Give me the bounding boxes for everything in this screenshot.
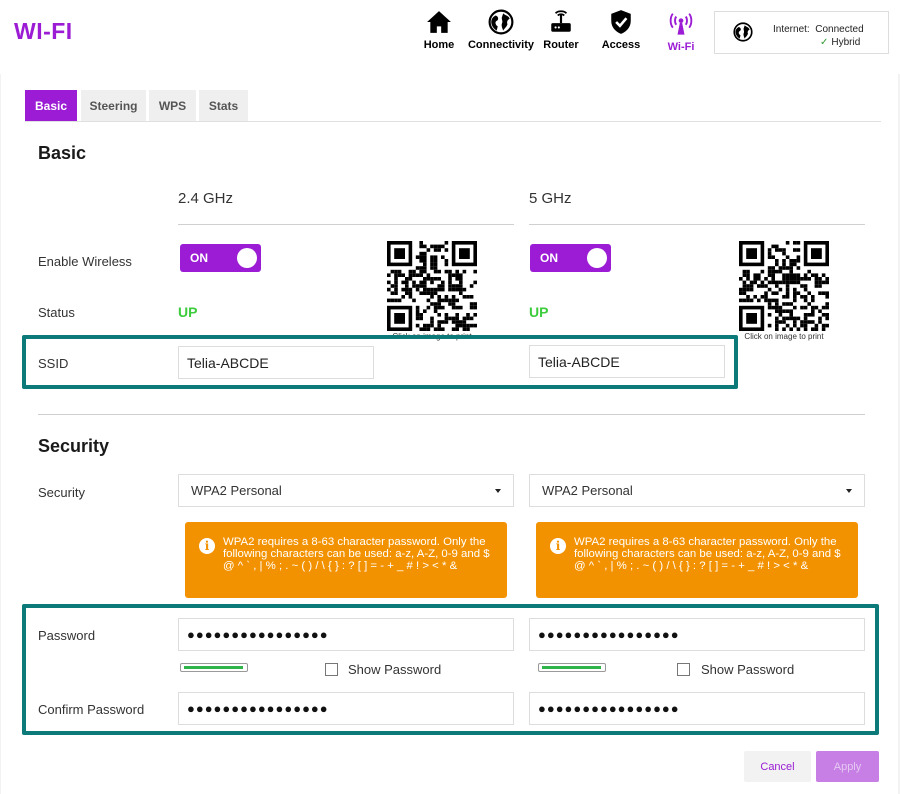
home-icon [427, 11, 451, 33]
status-5-value: UP [529, 304, 549, 320]
cancel-button[interactable]: Cancel [744, 751, 811, 782]
wifi-settings-card: Basic Steering WPS Stats Basic 2.4 GHz 5… [1, 74, 898, 794]
qr-code-24-image[interactable] [387, 241, 477, 331]
status-24-value: UP [178, 304, 198, 320]
tab-steering[interactable]: Steering [81, 90, 146, 121]
confirm-password-24-input[interactable]: ●●●●●●●●●●●●●●●● [178, 692, 514, 725]
basic-section-title: Basic [38, 143, 87, 163]
show-password-24-label: Show Password [348, 662, 442, 677]
checkmark-icon: ✓ [820, 37, 829, 48]
enable-wireless-label: Enable Wireless [38, 254, 132, 269]
internet-label: Internet: [773, 24, 810, 35]
password-label: Password [38, 628, 96, 643]
tab-basic[interactable]: Basic [25, 90, 77, 121]
internet-value: Connected [815, 24, 864, 35]
band-5-label: 5 GHz [529, 190, 572, 207]
password-warning-24: i WPA2 requires a 8-63 character passwor… [185, 522, 507, 598]
toggle-knob [587, 248, 607, 268]
show-password-5-checkbox[interactable] [677, 663, 690, 676]
show-password-24-checkbox[interactable] [325, 663, 338, 676]
security-24-value: WPA2 Personal [191, 483, 282, 498]
ssid-label: SSID [38, 356, 69, 371]
top-header: WI-FI Home Connectivity Router Access Wi… [0, 0, 900, 74]
tab-stats[interactable]: Stats [199, 90, 248, 121]
nav-wifi-label: Wi-Fi [667, 41, 695, 53]
password-24-input[interactable]: ●●●●●●●●●●●●●●●● [178, 618, 514, 651]
password-24-strength-meter [180, 663, 248, 672]
globe-icon [488, 9, 514, 35]
nav-home[interactable]: Home [404, 9, 474, 51]
security-5-select[interactable]: WPA2 Personal [529, 474, 865, 507]
confirm-password-5-input[interactable]: ●●●●●●●●●●●●●●●● [529, 692, 865, 725]
security-5-value: WPA2 Personal [542, 483, 633, 498]
qr-5-caption: Click on image to print [744, 332, 824, 341]
toggle-24-text: ON [190, 251, 208, 265]
enable-wireless-24-toggle[interactable]: ON [180, 244, 261, 272]
password-warning-5: i WPA2 requires a 8-63 character passwor… [536, 522, 858, 598]
wifi-antenna-icon [669, 13, 693, 35]
security-24-select[interactable]: WPA2 Personal [178, 474, 514, 507]
info-icon: i [199, 538, 215, 554]
password-5-strength-meter [538, 663, 606, 672]
nav-wifi[interactable]: Wi-Fi [646, 9, 716, 53]
status-label: Status [38, 305, 75, 320]
band-5-divider [529, 224, 865, 225]
show-password-5-label: Show Password [701, 662, 795, 677]
caret-down-icon [495, 489, 501, 493]
page: WI-FI Home Connectivity Router Access Wi… [0, 0, 900, 794]
section-divider [38, 414, 865, 415]
shield-check-icon [611, 10, 631, 34]
tab-divider [25, 121, 881, 122]
internet-mode: Hybrid [831, 37, 861, 48]
router-icon [551, 10, 571, 32]
apply-button[interactable]: Apply [816, 751, 879, 782]
brand-title: WI-FI [14, 18, 73, 44]
band-24-label: 2.4 GHz [178, 190, 234, 207]
nav-home-label: Home [423, 39, 455, 51]
ssid-24-input[interactable]: Telia-ABCDE [178, 346, 374, 379]
tab-wps[interactable]: WPS [149, 90, 196, 121]
enable-wireless-5-toggle[interactable]: ON [530, 244, 611, 272]
toggle-5-text: ON [540, 251, 558, 265]
internet-status-box[interactable]: Internet: Connected ✓ Hybrid [714, 11, 889, 54]
caret-down-icon [846, 489, 852, 493]
globe-icon [733, 22, 753, 42]
warning-5-text: WPA2 requires a 8-63 character password.… [574, 536, 841, 572]
info-icon: i [550, 538, 566, 554]
warning-24-text: WPA2 requires a 8-63 character password.… [223, 536, 490, 572]
confirm-password-label: Confirm Password [38, 702, 145, 717]
password-5-input[interactable]: ●●●●●●●●●●●●●●●● [529, 618, 865, 651]
security-section-title: Security [38, 436, 110, 456]
internet-status-line: Internet: Connected [773, 24, 864, 35]
qr-code-5-image[interactable] [739, 241, 829, 331]
strength-24-fill [184, 666, 243, 669]
ssid-5-input[interactable]: Telia-ABCDE [529, 345, 725, 378]
strength-5-fill [542, 666, 601, 669]
internet-mode-line: ✓ Hybrid [820, 37, 860, 48]
toggle-knob [237, 248, 257, 268]
security-label: Security [38, 485, 85, 500]
qr-24-caption: Click on image to print [392, 332, 472, 341]
band-24-divider [178, 224, 514, 225]
